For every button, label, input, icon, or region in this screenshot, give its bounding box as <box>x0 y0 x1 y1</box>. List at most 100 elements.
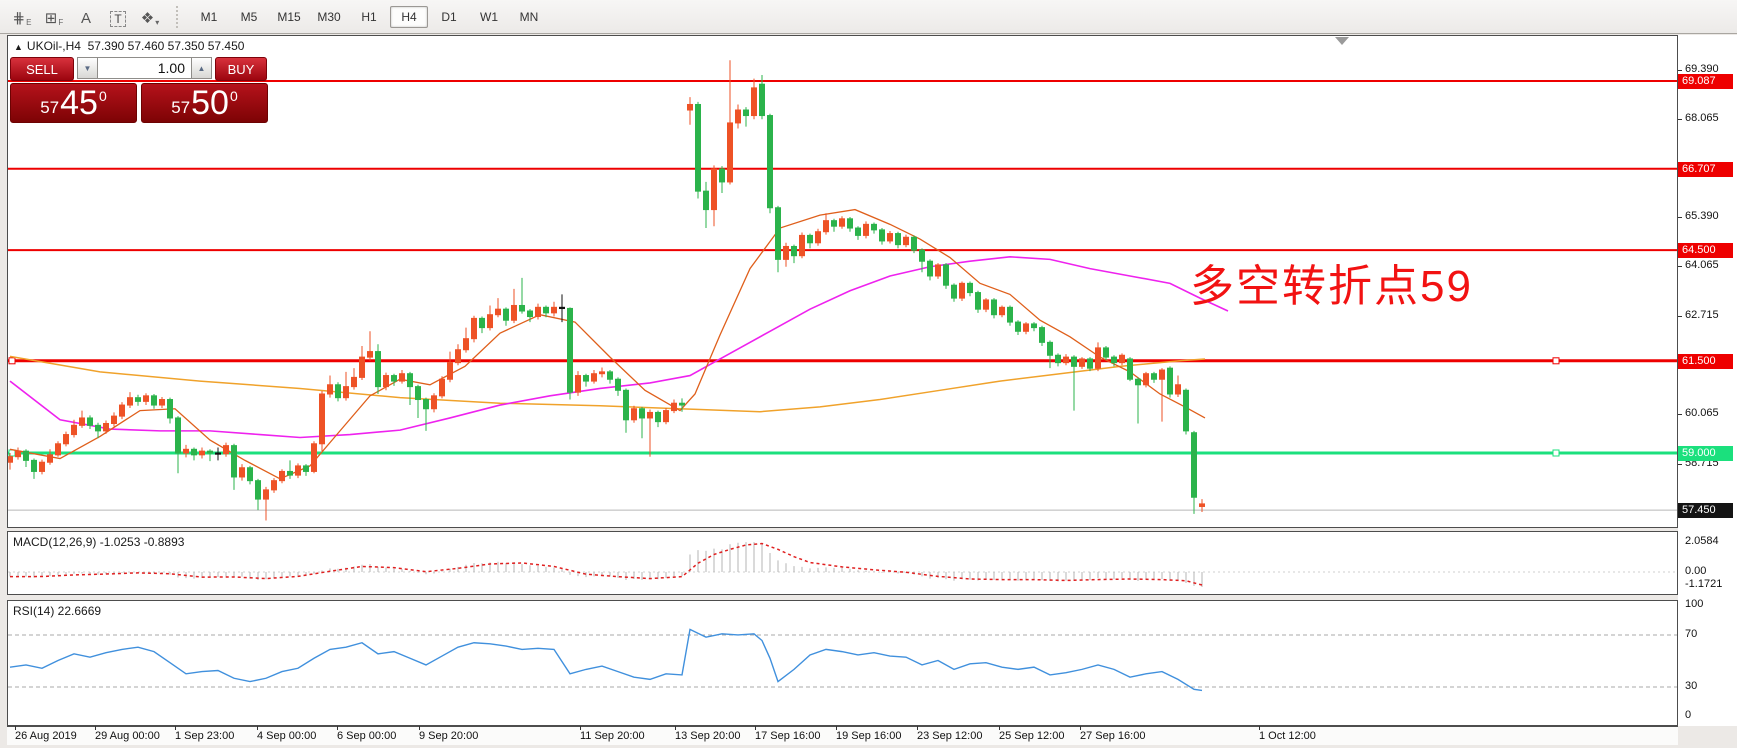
axis-tick-mark <box>1678 118 1682 120</box>
axis-tick-mark <box>1678 315 1682 317</box>
axis-date-label: 11 Sep 20:00 <box>580 730 645 742</box>
axis-date-label: 4 Sep 00:00 <box>257 730 317 742</box>
axis-tick-mark <box>1678 69 1682 71</box>
ma-slow-line <box>9 355 1206 413</box>
tf-button-h1[interactable]: H1 <box>350 6 388 28</box>
axis-price-label: 68.065 <box>1685 111 1719 124</box>
axis-price-label: 64.065 <box>1685 259 1719 272</box>
axis-tick-mark <box>580 726 581 730</box>
price-badge: 69.087 <box>1678 73 1733 89</box>
volume-decrease-button[interactable]: ▼ <box>77 57 98 79</box>
axis-date-label: 25 Sep 12:00 <box>999 730 1065 742</box>
axis-price-label: 0 <box>1685 709 1692 721</box>
line-handle[interactable] <box>1552 449 1560 457</box>
axis-tick-mark <box>1678 413 1682 415</box>
axis-date-label: 1 Sep 23:00 <box>175 730 235 742</box>
axis-tick-mark <box>1259 726 1260 730</box>
axis-tick-mark <box>917 726 918 730</box>
axis-price-label: 30 <box>1685 680 1698 692</box>
axis-price-label: 60.065 <box>1685 406 1719 419</box>
text-box-tool-icon[interactable]: T <box>105 5 131 29</box>
top-toolbar: ⋕ E ⊞ F A T ❖ ▾ M1 M5 M15 M30 H1 H4 D1 W1 MN <box>0 0 1737 34</box>
arrow-objects-tool-icon[interactable]: ❖ ▾ <box>137 5 163 29</box>
buy-price-pip: 0 <box>229 88 238 104</box>
axis-tick-mark <box>257 726 258 730</box>
price-badge: 64.500 <box>1678 243 1733 259</box>
tf-button-h4[interactable]: H4 <box>390 5 428 28</box>
buy-price-display[interactable]: 57 50 0 <box>141 83 268 123</box>
axis-tick-mark <box>755 726 756 730</box>
line-handle[interactable] <box>1552 357 1560 365</box>
sell-price-pip: 0 <box>98 88 107 104</box>
axis-date-label: 19 Sep 16:00 <box>836 730 902 742</box>
buy-price-major: 57 <box>171 98 191 117</box>
sell-price-big-digits: 45 <box>60 83 98 122</box>
price-badge: 59.000 <box>1678 446 1733 461</box>
price-badge: 57.450 <box>1678 503 1733 519</box>
timeframe-buttons-group: M1 M5 M15 M30 H1 H4 D1 W1 MN <box>189 5 549 28</box>
equidistant-channel-tool-icon[interactable]: ⋕ E <box>9 5 35 29</box>
volume-input[interactable] <box>98 57 191 79</box>
axis-tick-mark <box>419 726 420 730</box>
tf-button-m15[interactable]: M15 <box>270 6 308 28</box>
axis-tick-mark <box>95 726 96 730</box>
toolbar-separator <box>176 5 183 28</box>
axis-date-label: 6 Sep 00:00 <box>337 730 397 742</box>
axis-date-label: 26 Aug 2019 <box>15 730 77 742</box>
price-axis[interactable]: 69.390 68.065 65.390 64.065 62.715 60.065 58.7… <box>1678 35 1737 726</box>
one-click-trading-panel: SELL ▼ ▲ BUY 57 45 0 57 50 0 <box>10 57 268 123</box>
axis-price-label: -1.1721 <box>1685 578 1723 590</box>
rsi-indicator-pane[interactable]: RSI(14) 22.6669 <box>7 600 1678 726</box>
macd-signal-line <box>9 542 1203 586</box>
object-tools-group: ⋕ E ⊞ F A T ❖ ▾ <box>6 5 166 29</box>
axis-tick-mark <box>675 726 676 730</box>
axis-date-label: 27 Sep 16:00 <box>1080 730 1146 742</box>
tf-button-m1[interactable]: M1 <box>190 6 228 28</box>
chart-shift-marker-icon[interactable] <box>1335 37 1349 45</box>
axis-tick-mark <box>1678 463 1682 465</box>
chart-header: ▲ UKOil-,H4 57.390 57.460 57.350 57.450 <box>14 39 244 53</box>
tf-button-d1[interactable]: D1 <box>430 6 468 28</box>
axis-date-label: 13 Sep 20:00 <box>675 730 741 742</box>
symbol-period-label: UKOil-,H4 <box>26 39 81 53</box>
tf-button-m5[interactable]: M5 <box>230 6 268 28</box>
macd-chart <box>8 542 1677 588</box>
buy-button[interactable]: BUY <box>215 57 267 81</box>
sell-price-display[interactable]: 57 45 0 <box>10 83 137 123</box>
ma-mid-line <box>9 255 1229 439</box>
tf-button-w1[interactable]: W1 <box>470 6 508 28</box>
tf-button-m30[interactable]: M30 <box>310 6 348 28</box>
tf-button-mn[interactable]: MN <box>510 6 548 28</box>
axis-date-label: 29 Aug 00:00 <box>95 730 160 742</box>
axis-tick-mark <box>1678 217 1682 219</box>
sell-price-major: 57 <box>40 98 60 117</box>
axis-date-label: 17 Sep 16:00 <box>755 730 821 742</box>
chinese-annotation-text: 多空转折点59 <box>1190 262 1473 311</box>
axis-date-label: 1 Oct 12:00 <box>1259 730 1316 742</box>
ohlc-values-label: 57.390 57.460 57.350 57.450 <box>87 39 245 53</box>
axis-tick-mark <box>15 726 16 730</box>
text-label-tool-icon[interactable]: A <box>73 5 99 29</box>
axis-date-label: 23 Sep 12:00 <box>917 730 983 742</box>
axis-tick-mark <box>1080 726 1081 730</box>
rsi-line <box>9 628 1203 692</box>
rsi-label: RSI(14) 22.6669 <box>13 604 102 618</box>
axis-price-label: 2.0584 <box>1685 535 1719 547</box>
macd-label: MACD(12,26,9) -1.0253 -0.8893 <box>13 535 185 549</box>
time-axis[interactable]: 26 Aug 2019 29 Aug 00:00 1 Sep 23:00 4 Sep … <box>7 726 1678 745</box>
axis-date-label: 9 Sep 20:00 <box>419 730 479 742</box>
rsi-chart <box>8 628 1677 692</box>
axis-tick-mark <box>175 726 176 730</box>
macd-indicator-pane[interactable]: MACD(12,26,9) -1.0253 -0.8893 <box>7 531 1678 595</box>
axis-tick-mark <box>836 726 837 730</box>
sell-button[interactable]: SELL <box>10 57 74 81</box>
axis-price-label: 70 <box>1685 628 1698 640</box>
volume-increase-button[interactable]: ▲ <box>191 57 212 79</box>
fibonacci-tool-icon[interactable]: ⊞ F <box>41 5 67 29</box>
price-badge: 66.707 <box>1678 161 1733 177</box>
collapse-arrow-icon[interactable]: ▲ <box>14 42 23 52</box>
line-handle[interactable] <box>8 357 16 365</box>
axis-tick-mark <box>999 726 1000 730</box>
price-badge: 61.500 <box>1678 353 1733 369</box>
axis-price-label: 65.390 <box>1685 210 1719 223</box>
